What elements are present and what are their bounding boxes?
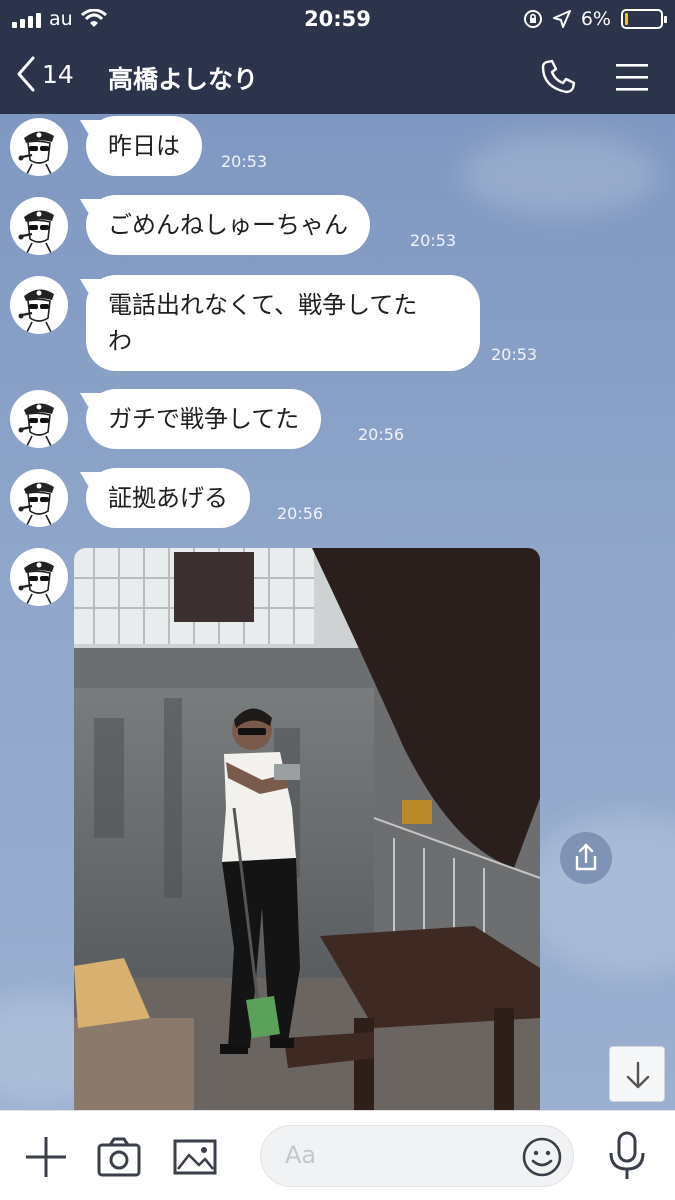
image-icon (173, 1139, 217, 1175)
sender-avatar[interactable] (10, 276, 68, 334)
share-button[interactable] (560, 832, 612, 884)
sender-avatar[interactable] (10, 390, 68, 448)
background-cloud (460, 134, 660, 214)
photo-message[interactable] (74, 548, 540, 1110)
microphone-icon (609, 1131, 645, 1179)
caricature-avatar-icon (18, 403, 54, 448)
sender-avatar[interactable] (10, 118, 68, 176)
camera-button[interactable] (97, 1135, 141, 1179)
scroll-to-latest-button[interactable] (609, 1046, 665, 1102)
message-time: 20:53 (410, 231, 457, 250)
hamburger-menu-icon (616, 64, 648, 91)
message-bubble[interactable]: ガチで戦争してた (86, 389, 322, 449)
photo-man-with-toy-gun (74, 548, 540, 1110)
voice-input-button[interactable] (605, 1131, 649, 1179)
battery-level-fill (625, 13, 628, 25)
message-bubble[interactable]: 昨日は (86, 116, 202, 176)
message-bubble[interactable]: 証拠あげる (86, 468, 250, 528)
message-bubble[interactable]: 電話出れなくて、戦争してた わ (86, 275, 480, 371)
emoji-icon[interactable] (521, 1136, 563, 1178)
message-input-bar: Aa (0, 1110, 675, 1200)
sender-avatar[interactable] (10, 469, 68, 527)
call-button[interactable] (538, 57, 578, 97)
message-input[interactable]: Aa (260, 1125, 574, 1187)
chat-history[interactable]: 昨日は 20:53 ごめんねしゅーちゃん 20:53 電話出れなくて、戦争してた… (0, 114, 675, 1110)
message-input-placeholder: Aa (285, 1141, 317, 1169)
back-button[interactable]: 14 (16, 56, 74, 92)
add-button[interactable] (24, 1135, 68, 1179)
plus-icon (26, 1137, 66, 1177)
sender-avatar[interactable] (10, 548, 68, 606)
chevron-left-icon (17, 56, 35, 92)
share-icon (575, 843, 597, 871)
chat-title: 高橋よしなり (108, 65, 259, 94)
battery-percent: 6% (580, 8, 611, 30)
phone-icon (541, 59, 576, 94)
message-time: 20:56 (277, 504, 324, 523)
message-text-line: 電話出れなくて、戦争してた (108, 291, 418, 319)
message-time: 20:53 (221, 152, 268, 171)
message-text: ごめんねしゅーちゃん (108, 211, 348, 239)
battery-icon (621, 9, 667, 29)
message-bubble[interactable]: ごめんねしゅーちゃん (86, 195, 370, 255)
message-time: 20:53 (491, 345, 538, 364)
camera-icon (97, 1137, 141, 1177)
menu-button[interactable] (612, 60, 652, 94)
unread-count: 14 (42, 59, 74, 89)
sender-avatar[interactable] (10, 197, 68, 255)
status-bar: au 20:59 6% (0, 0, 675, 40)
caricature-avatar-icon (18, 482, 54, 527)
caricature-avatar-icon (18, 131, 54, 176)
orientation-lock-icon (523, 10, 542, 28)
location-arrow-icon (552, 10, 571, 28)
caricature-avatar-icon (18, 289, 54, 334)
message-text-line: わ (108, 327, 132, 355)
message-text: 証拠あげる (108, 484, 228, 512)
caricature-avatar-icon (18, 210, 54, 255)
chat-header: 14 高橋よしなり (0, 40, 675, 114)
message-text: ガチで戦争してた (108, 405, 300, 433)
gallery-button[interactable] (173, 1135, 217, 1179)
message-time: 20:56 (358, 425, 405, 444)
arrow-down-icon (626, 1061, 650, 1089)
caricature-avatar-icon (18, 561, 54, 606)
message-text: 昨日は (108, 132, 180, 160)
